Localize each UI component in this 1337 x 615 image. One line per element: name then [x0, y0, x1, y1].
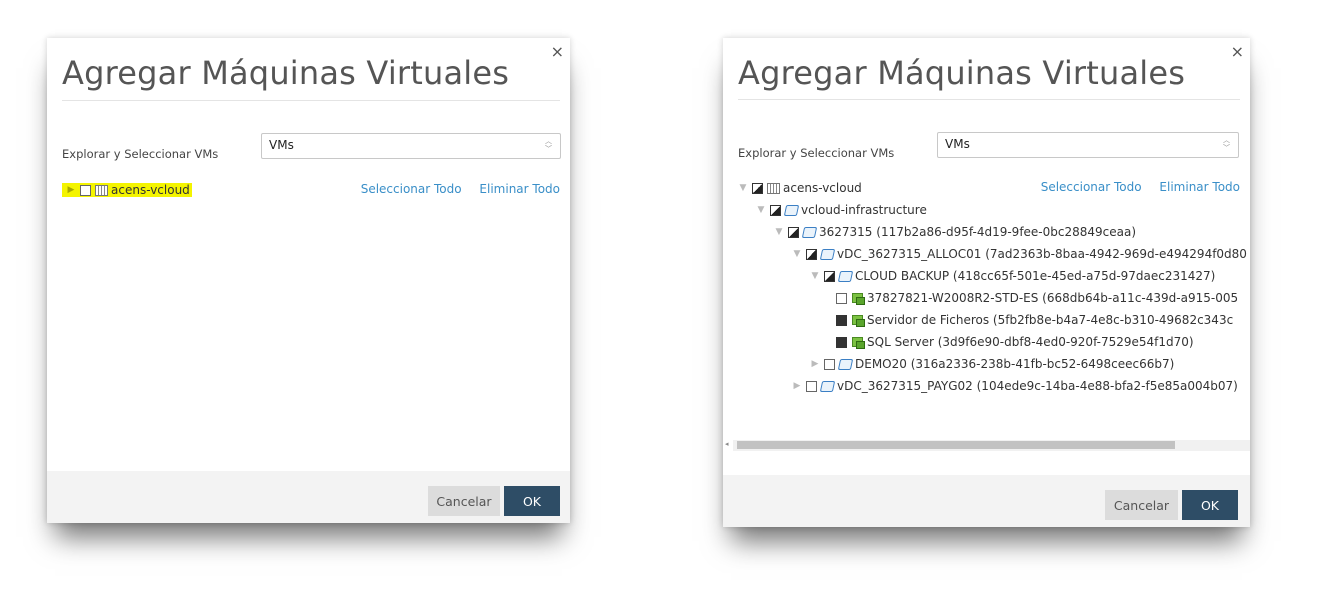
expand-arrow-icon[interactable]: ▶	[64, 185, 78, 195]
dialog-title: Agregar Máquinas Virtuales	[738, 54, 1186, 92]
close-icon[interactable]: ×	[1231, 44, 1244, 60]
tree-row[interactable]: ▼ vDC_3627315_ALLOC01 (7ad2363b-8baa-494…	[790, 245, 1247, 263]
select-arrows-icon: ︿ ﹀	[1223, 136, 1230, 152]
tree-row[interactable]: ▶ acens-vcloud	[62, 181, 192, 199]
scroll-left-icon[interactable]: ◂	[725, 440, 729, 448]
tree-checkbox[interactable]	[80, 184, 91, 196]
tree-row-label: acens-vcloud	[783, 181, 862, 195]
tree-checkbox[interactable]	[836, 314, 847, 326]
vm-type-select[interactable]: VMs ︿ ﹀	[261, 133, 561, 159]
tree-row-label: Servidor de Ficheros (5fb2fb8e-b4a7-4e8c…	[867, 313, 1234, 327]
ok-button[interactable]: OK	[1182, 490, 1238, 520]
folder-icon	[783, 204, 800, 216]
tree-row[interactable]: ▶ DEMO20 (316a2336-238b-41fb-bc52-6498ce…	[808, 355, 1175, 373]
browse-select-label: Explorar y Seleccionar VMs	[62, 147, 219, 161]
select-arrows-icon: ︿ ﹀	[545, 137, 552, 153]
tree-actions: Seleccionar Todo Eliminar Todo	[1027, 180, 1240, 194]
title-divider	[738, 99, 1240, 100]
tree-row[interactable]: 37827821-W2008R2-STD-ES (668db64b-a11c-4…	[834, 289, 1238, 307]
tree-checkbox[interactable]	[824, 270, 835, 282]
cancel-button[interactable]: Cancelar	[428, 486, 500, 516]
tree-row[interactable]: ▶ vDC_3627315_PAYG02 (104ede9c-14ba-4e88…	[790, 377, 1238, 395]
tree-checkbox[interactable]	[824, 358, 835, 370]
folder-icon	[801, 226, 818, 238]
expand-arrow-icon[interactable]: ▶	[808, 359, 822, 369]
expand-arrow-icon[interactable]: ▶	[790, 381, 804, 391]
select-all-link[interactable]: Seleccionar Todo	[1041, 180, 1142, 194]
browse-select-label: Explorar y Seleccionar VMs	[738, 146, 895, 160]
building-icon	[95, 184, 108, 196]
horizontal-scrollbar[interactable]: ◂	[725, 440, 1250, 451]
tree-actions: Seleccionar Todo Eliminar Todo	[347, 182, 560, 196]
remove-all-link[interactable]: Eliminar Todo	[479, 182, 560, 196]
tree-row[interactable]: Servidor de Ficheros (5fb2fb8e-b4a7-4e8c…	[834, 311, 1233, 329]
collapse-arrow-icon[interactable]: ▼	[736, 183, 750, 193]
title-divider	[62, 100, 560, 101]
vm-icon	[851, 314, 865, 327]
dialog-title: Agregar Máquinas Virtuales	[62, 54, 510, 92]
collapse-arrow-icon[interactable]: ▼	[754, 205, 768, 215]
remove-all-link[interactable]: Eliminar Todo	[1159, 180, 1240, 194]
vm-tree: Seleccionar Todo Eliminar Todo ▶ acens-v…	[47, 178, 570, 468]
tree-checkbox[interactable]	[806, 380, 817, 392]
folder-icon	[819, 248, 836, 260]
select-all-link[interactable]: Seleccionar Todo	[361, 182, 462, 196]
vm-icon	[851, 336, 865, 349]
tree-row-label: 37827821-W2008R2-STD-ES (668db64b-a11c-4…	[867, 291, 1239, 305]
tree-row[interactable]: SQL Server (3d9f6e90-dbf8-4ed0-920f-7529…	[834, 333, 1194, 351]
add-vms-dialog-collapsed: × Agregar Máquinas Virtuales Explorar y …	[47, 38, 570, 523]
tree-checkbox[interactable]	[788, 226, 799, 238]
tree-row-label: 3627315 (117b2a86-d95f-4d19-9fee-0bc2884…	[819, 225, 1137, 239]
close-icon[interactable]: ×	[551, 44, 564, 60]
vm-type-select-value: VMs	[269, 138, 294, 152]
cancel-button[interactable]: Cancelar	[1105, 490, 1178, 520]
tree-checkbox[interactable]	[806, 248, 817, 260]
folder-icon	[819, 380, 836, 392]
tree-row-highlight: ▶ acens-vcloud	[62, 183, 192, 197]
tree-row-label: DEMO20 (316a2336-238b-41fb-bc52-6498ceec…	[855, 357, 1175, 371]
tree-row[interactable]: ▼ acens-vcloud	[736, 179, 862, 197]
tree-checkbox[interactable]	[836, 292, 847, 304]
vm-type-select[interactable]: VMs ︿ ﹀	[937, 132, 1239, 158]
tree-row-label: acens-vcloud	[111, 183, 190, 197]
building-icon	[767, 182, 780, 194]
collapse-arrow-icon[interactable]: ▼	[772, 227, 786, 237]
vm-type-select-value: VMs	[945, 137, 970, 151]
tree-row-label: vDC_3627315_ALLOC01 (7ad2363b-8baa-4942-…	[837, 247, 1247, 261]
tree-checkbox[interactable]	[770, 204, 781, 216]
tree-checkbox[interactable]	[752, 182, 763, 194]
scrollbar-thumb[interactable]	[737, 441, 1175, 449]
tree-row[interactable]: ▼ CLOUD BACKUP (418cc65f-501e-45ed-a75d-…	[808, 267, 1216, 285]
tree-row[interactable]: ▼ vcloud-infrastructure	[754, 201, 927, 219]
folder-icon	[837, 358, 854, 370]
vm-tree: Seleccionar Todo Eliminar Todo ▼ acens-v…	[723, 176, 1250, 438]
tree-row-label: vcloud-infrastructure	[801, 203, 927, 217]
ok-button[interactable]: OK	[504, 486, 560, 516]
tree-row-label: vDC_3627315_PAYG02 (104ede9c-14ba-4e88-b…	[837, 379, 1238, 393]
collapse-arrow-icon[interactable]: ▼	[808, 271, 822, 281]
tree-row[interactable]: ▼ 3627315 (117b2a86-d95f-4d19-9fee-0bc28…	[772, 223, 1137, 241]
vm-icon	[851, 292, 865, 305]
add-vms-dialog-expanded: × Agregar Máquinas Virtuales Explorar y …	[723, 38, 1250, 527]
dialog-footer: Cancelar OK	[47, 471, 570, 523]
collapse-arrow-icon[interactable]: ▼	[790, 249, 804, 259]
tree-row-label: SQL Server (3d9f6e90-dbf8-4ed0-920f-7529…	[867, 335, 1194, 349]
tree-checkbox[interactable]	[836, 336, 847, 348]
dialog-footer: Cancelar OK	[723, 475, 1250, 527]
tree-row-label: CLOUD BACKUP (418cc65f-501e-45ed-a75d-97…	[855, 269, 1216, 283]
folder-icon	[837, 270, 854, 282]
